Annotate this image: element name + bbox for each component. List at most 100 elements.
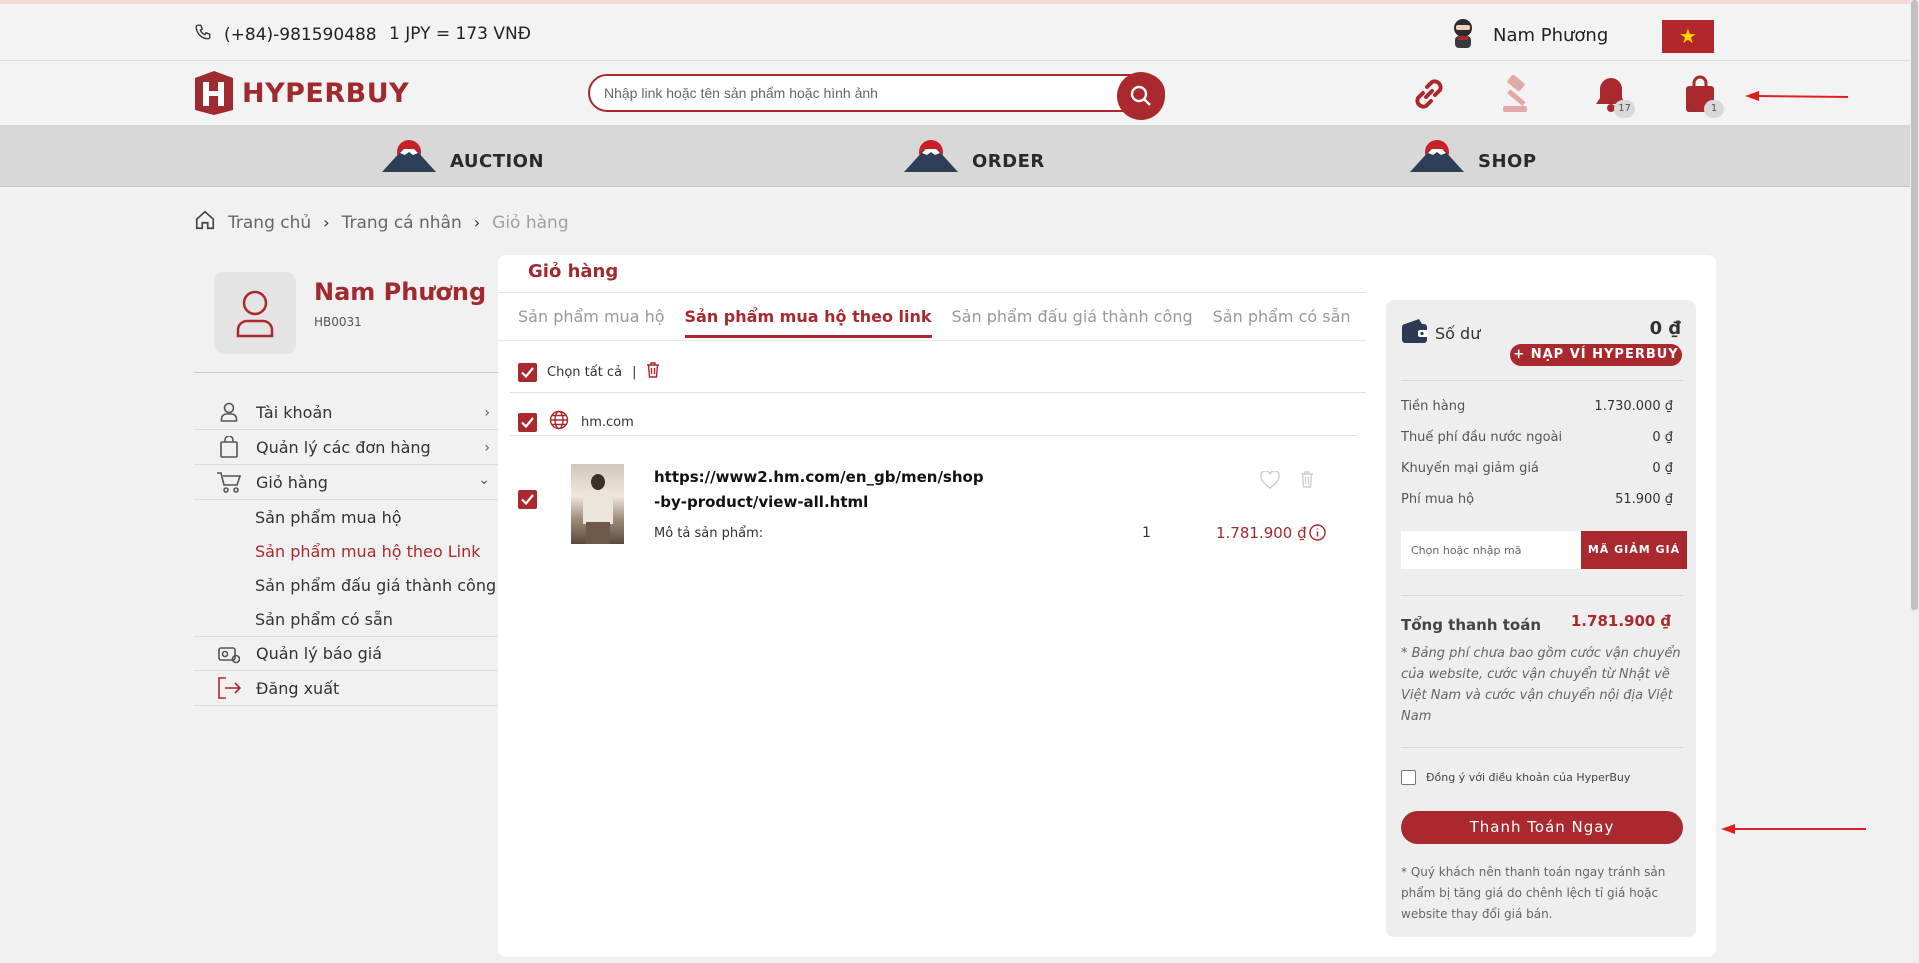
coupon-group: MÃ GIẢM GIÁ: [1401, 531, 1687, 569]
topup-wallet-button[interactable]: + NẠP VÍ HYPERBUY: [1510, 344, 1682, 366]
cart-tabs: Sản phẩm mua hộ Sản phẩm mua hộ theo lin…: [518, 307, 1351, 338]
summary-row-discount: Khuyến mại giảm giá 0 ₫: [1401, 461, 1683, 476]
summary-value: 51.900 ₫: [1615, 492, 1673, 507]
summary-value: 0 ₫: [1652, 430, 1673, 445]
summary-label: Thuế phí đầu nước ngoài: [1401, 430, 1563, 445]
breadcrumb-home[interactable]: Trang chủ: [228, 213, 311, 233]
divider: [510, 435, 1357, 436]
summary-label: Khuyến mại giảm giá: [1401, 461, 1539, 476]
cart-badge: 1: [1704, 100, 1724, 118]
terms-agreement: Đồng ý với điều khoản của HyperBuy: [1401, 770, 1630, 785]
chevron-down-icon: ⌄: [478, 472, 490, 488]
select-all-checkbox[interactable]: [518, 362, 537, 382]
summary-row-tax: Thuế phí đầu nước ngoài 0 ₫: [1401, 430, 1683, 445]
tab-purchase[interactable]: Sản phẩm mua hộ: [518, 307, 665, 338]
hotline[interactable]: (+84)-981590488: [194, 23, 377, 46]
sidebar-subitem-purchase-link[interactable]: Sản phẩm mua hộ theo Link: [194, 534, 498, 568]
header: HYPERBUY 17 1: [0, 61, 1910, 126]
search-bar: [588, 72, 1165, 120]
link-button[interactable]: [1407, 72, 1451, 116]
divider: [1401, 380, 1683, 381]
auction-button[interactable]: [1498, 72, 1542, 116]
order-summary: Số dư 0 ₫ + NẠP VÍ HYPERBUY Tiền hàng 1.…: [1386, 300, 1696, 937]
search-input[interactable]: [590, 76, 1090, 110]
scrollbar-thumb[interactable]: [1911, 0, 1918, 610]
breadcrumb: Trang chủ › Trang cá nhân › Giỏ hàng: [194, 209, 569, 236]
quote-icon: [216, 644, 242, 664]
chevron-right-icon: ›: [323, 213, 330, 232]
summary-value: 0 ₫: [1652, 461, 1673, 476]
info-button[interactable]: [1309, 524, 1326, 545]
sidebar-item-label: Đăng xuất: [256, 678, 340, 698]
select-all-label: Chọn tất cả: [547, 364, 623, 380]
nav-order[interactable]: ORDER: [904, 138, 1045, 172]
heart-icon: [1260, 470, 1280, 489]
nav-auction[interactable]: AUCTION: [382, 138, 544, 172]
cart-button[interactable]: 1: [1678, 72, 1724, 118]
store-checkbox[interactable]: [518, 412, 537, 432]
user-menu[interactable]: Nam Phương: [1449, 18, 1608, 53]
search-button[interactable]: [1117, 72, 1165, 120]
vietnam-flag-icon[interactable]: ★: [1662, 20, 1714, 53]
sidebar-subitem-in-stock[interactable]: Sản phẩm có sẵn: [194, 602, 498, 636]
item-checkbox[interactable]: [518, 490, 537, 509]
trash-icon: [647, 362, 660, 378]
sidebar-item-orders[interactable]: Quản lý các đơn hàng ›: [194, 430, 498, 465]
pay-now-button[interactable]: Thanh Toán Ngay: [1401, 811, 1683, 844]
notification-button[interactable]: 17: [1589, 72, 1635, 118]
scrollbar[interactable]: [1910, 0, 1919, 963]
user-icon: [216, 402, 242, 422]
gavel-icon: [1503, 74, 1527, 112]
sidebar-item-label: Tài khoản: [256, 402, 333, 422]
product-image[interactable]: [571, 464, 624, 544]
sidebar-item-account[interactable]: Tài khoản ›: [194, 395, 498, 430]
apply-coupon-button[interactable]: MÃ GIẢM GIÁ: [1581, 531, 1687, 569]
user-icon: [236, 290, 274, 338]
product-url[interactable]: https://www2.hm.com/en_gb/men/shop-by-pr…: [654, 465, 984, 515]
sidebar-subitem-purchase[interactable]: Sản phẩm mua hộ: [194, 500, 498, 534]
divider: [1401, 595, 1683, 596]
annotation-arrow-icon: [1721, 824, 1866, 834]
balance: Số dư: [1401, 318, 1480, 348]
link-icon: [1415, 79, 1443, 109]
hyperbuy-logo-icon: [195, 71, 233, 115]
summary-row-goods: Tiền hàng 1.730.000 ₫: [1401, 399, 1683, 414]
store-row: hm.com: [518, 410, 634, 434]
product-description-label: Mô tả sản phẩm:: [654, 526, 764, 541]
balance-label: Số dư: [1435, 323, 1481, 343]
logout-icon: [216, 677, 242, 699]
bag-icon: [216, 436, 242, 458]
breadcrumb-profile[interactable]: Trang cá nhân: [342, 213, 462, 233]
balance-value: 0 ₫: [1649, 318, 1681, 339]
nav-shop[interactable]: SHOP: [1410, 138, 1537, 172]
delete-all-button[interactable]: [646, 362, 660, 382]
tab-in-stock[interactable]: Sản phẩm có sẵn: [1213, 307, 1351, 338]
profile-id: HB0031: [314, 315, 362, 329]
tab-auction-won[interactable]: Sản phẩm đấu giá thành công: [952, 307, 1193, 338]
coupon-input[interactable]: [1401, 531, 1581, 569]
sidebar-item-label: Giỏ hàng: [256, 472, 328, 492]
favorite-button[interactable]: [1260, 470, 1280, 493]
home-icon[interactable]: [194, 209, 216, 236]
total-value: 1.781.900 ₫: [1570, 612, 1671, 630]
tab-purchase-link[interactable]: Sản phẩm mua hộ theo link: [684, 307, 932, 338]
sidebar-item-logout[interactable]: Đăng xuất: [194, 671, 498, 706]
avatar[interactable]: [214, 272, 296, 354]
notification-badge: 17: [1614, 100, 1635, 118]
total-label: Tổng thanh toán: [1401, 616, 1542, 634]
sidebar-subitem-auction-won[interactable]: Sản phẩm đấu giá thành công: [194, 568, 498, 602]
product-quantity: 1: [1142, 525, 1151, 541]
fuji-icon: [904, 140, 958, 172]
sidebar-item-label: Quản lý các đơn hàng: [256, 437, 431, 457]
sidebar-item-cart[interactable]: Giỏ hàng ⌄: [194, 465, 498, 500]
page-title: Giỏ hàng: [528, 261, 619, 282]
terms-checkbox[interactable]: [1401, 770, 1416, 785]
separator: |: [632, 364, 637, 380]
user-avatar-icon: [1449, 18, 1477, 53]
sidebar-menu: Tài khoản › Quản lý các đơn hàng › Giỏ h…: [194, 395, 498, 706]
trash-icon: [1301, 471, 1313, 488]
logo[interactable]: HYPERBUY: [194, 70, 409, 116]
store-name: hm.com: [581, 414, 634, 430]
sidebar-item-quotes[interactable]: Quản lý báo giá: [194, 636, 498, 671]
delete-item-button[interactable]: [1300, 471, 1314, 492]
